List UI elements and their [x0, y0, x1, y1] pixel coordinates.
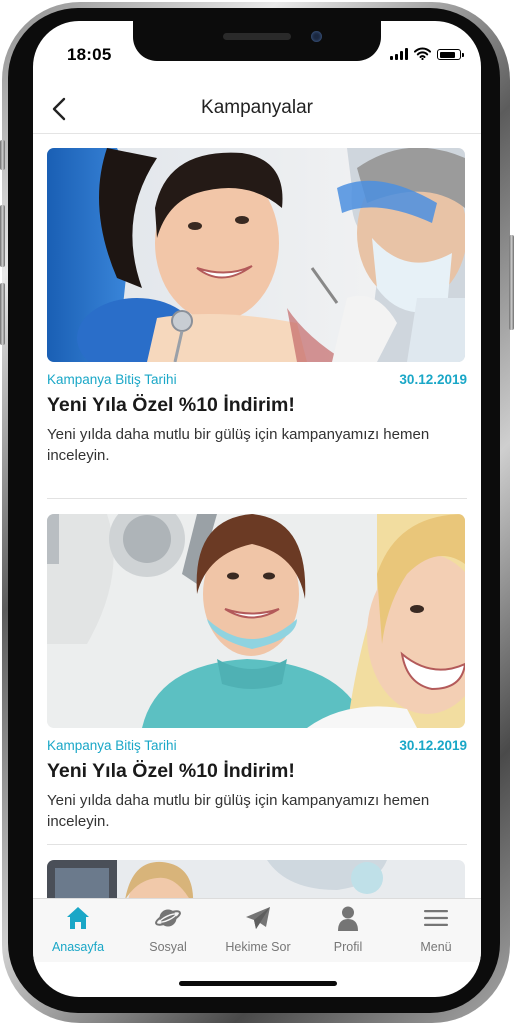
silent-switch: [0, 140, 5, 170]
campaign-description: Yeni yılda daha mutlu bir gülüş için kam…: [47, 792, 430, 830]
tab-menu[interactable]: Menü: [391, 899, 481, 962]
planet-icon: [155, 909, 181, 927]
campaign-list[interactable]: Kampanya Bitiş Tarihi 30.12.2019 Yeni Yı…: [33, 134, 481, 898]
volume-down-button: [0, 283, 5, 345]
home-indicator[interactable]: [179, 981, 337, 986]
nav-header: Kampanyalar: [33, 85, 481, 134]
divider: [47, 498, 467, 499]
tab-label: Sosyal: [149, 940, 187, 954]
tab-label: Profil: [333, 940, 363, 954]
campaign-end-date: 30.12.2019: [399, 372, 467, 387]
divider: [47, 844, 467, 845]
campaign-title: Yeni Yıla Özel %10 İndirim!: [47, 760, 295, 782]
tab-label: Menü: [420, 940, 452, 954]
speaker: [223, 33, 291, 40]
campaign-meta: Kampanya Bitiş Tarihi 30.12.2019: [47, 738, 467, 753]
status-time: 18:05: [67, 45, 112, 64]
paper-plane-icon: [246, 907, 270, 929]
battery-icon: [437, 49, 464, 60]
campaign-card[interactable]: Kampanya Bitiş Tarihi 30.12.2019 Yeni Yı…: [47, 148, 467, 466]
front-camera: [311, 31, 322, 42]
campaign-end-label: Kampanya Bitiş Tarihi: [47, 738, 177, 753]
signal-icon: [390, 48, 408, 60]
tab-bar: Anasayfa Sosyal Hekime Sor Profil Menü: [33, 898, 481, 962]
campaign-image: [47, 860, 465, 898]
hamburger-menu-icon: [424, 910, 448, 926]
notch: [133, 21, 381, 61]
campaign-image: [47, 148, 465, 362]
campaign-title: Yeni Yıla Özel %10 İndirim!: [47, 394, 295, 416]
campaign-end-date: 30.12.2019: [399, 738, 467, 753]
tab-profil[interactable]: Profil: [303, 899, 393, 962]
tab-hekime-sor[interactable]: Hekime Sor: [213, 899, 303, 962]
status-icons: [390, 47, 464, 60]
campaign-meta: Kampanya Bitiş Tarihi 30.12.2019: [47, 372, 467, 387]
wifi-icon: [414, 47, 431, 60]
power-button: [509, 235, 514, 330]
campaign-end-label: Kampanya Bitiş Tarihi: [47, 372, 177, 387]
tab-label: Anasayfa: [51, 940, 105, 954]
page-title: Kampanyalar: [201, 97, 313, 118]
volume-up-button: [0, 205, 5, 267]
phone-screen: 18:05 Kampanyalar Kampanya Bitiş Tarihi …: [33, 21, 481, 997]
tab-label: Hekime Sor: [225, 940, 291, 954]
campaign-image: [47, 514, 465, 728]
campaign-description: Yeni yılda daha mutlu bir gülüş için kam…: [47, 426, 430, 464]
home-icon: [67, 907, 89, 929]
person-icon: [338, 906, 358, 931]
campaign-card[interactable]: [47, 860, 467, 898]
campaign-card[interactable]: Kampanya Bitiş Tarihi 30.12.2019 Yeni Yı…: [47, 514, 467, 832]
tab-sosyal[interactable]: Sosyal: [123, 899, 213, 962]
tab-anasayfa[interactable]: Anasayfa: [33, 899, 123, 962]
